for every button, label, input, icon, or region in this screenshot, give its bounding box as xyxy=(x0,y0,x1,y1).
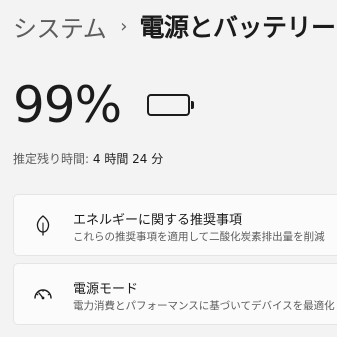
card-description: 電力消費とパフォーマンスに基づいてデバイスを最適化 xyxy=(73,300,335,312)
gauge-icon xyxy=(32,283,54,305)
breadcrumb-chevron-icon: › xyxy=(120,15,128,37)
card-title: 電源モード xyxy=(73,282,139,297)
battery-status: 99% xyxy=(13,76,195,134)
breadcrumb: システム › 電源とバッテリー xyxy=(13,8,336,44)
estimated-time-remaining: 推定残り時間: 4 時間 24 分 xyxy=(13,150,163,167)
card-description: これらの推奨事項を適用して二酸化炭素排出量を削減 xyxy=(73,231,325,243)
power-mode-card[interactable]: 電源モード 電力消費とパフォーマンスに基づいてデバイスを最適化 xyxy=(13,263,337,325)
breadcrumb-parent-link[interactable]: システム xyxy=(13,9,107,44)
card-title: エネルギーに関する推奨事項 xyxy=(73,213,243,228)
energy-recommendations-card[interactable]: エネルギーに関する推奨事項 これらの推奨事項を適用して二酸化炭素排出量を削減 xyxy=(13,194,337,256)
leaf-icon xyxy=(32,214,54,236)
remaining-label: 推定残り時間: xyxy=(13,152,90,166)
battery-icon xyxy=(147,94,195,116)
battery-percentage: 99% xyxy=(13,76,122,134)
remaining-value: 4 時間 24 分 xyxy=(92,152,164,166)
page-title: 電源とバッテリー xyxy=(139,13,336,42)
